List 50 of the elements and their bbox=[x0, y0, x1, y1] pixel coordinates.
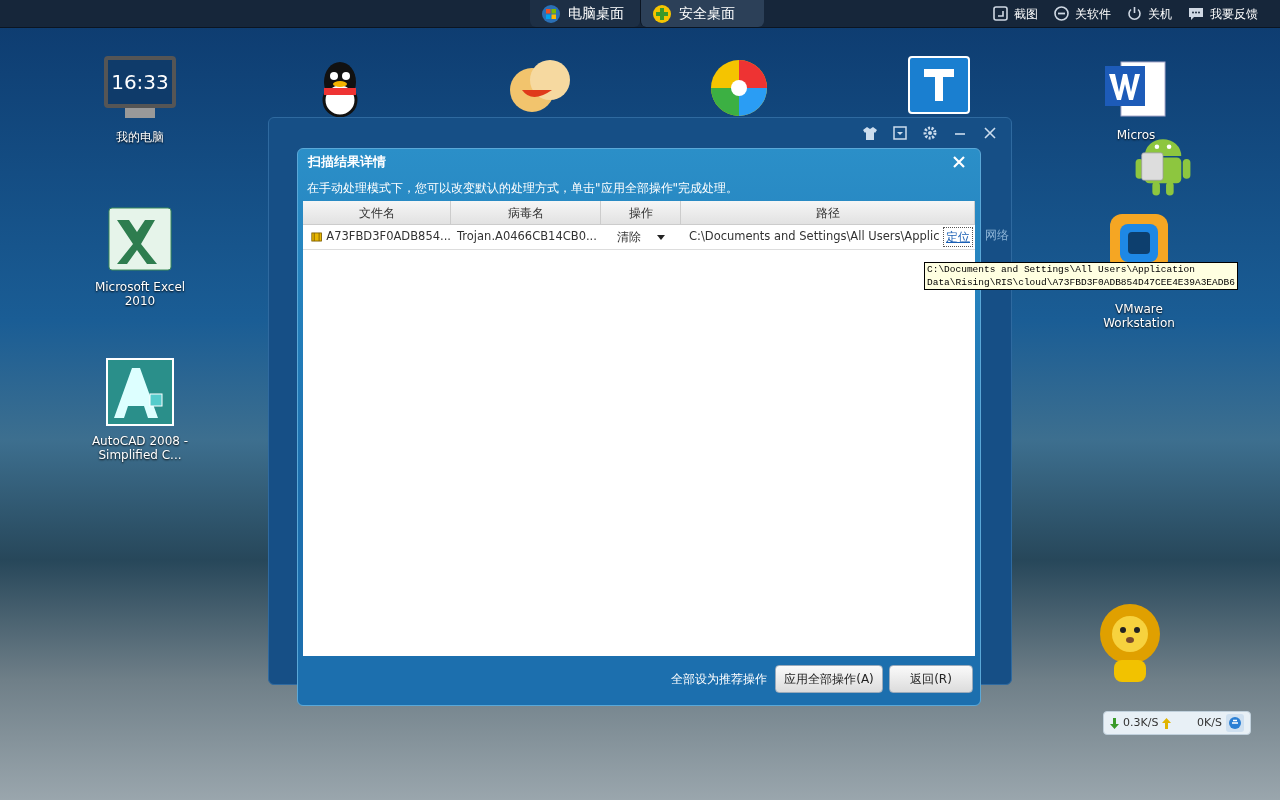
caret-icon bbox=[657, 234, 665, 240]
up-arrow-icon bbox=[1162, 717, 1172, 729]
desktop-icon-label[interactable]: Micros bbox=[1116, 128, 1156, 142]
close-icon[interactable] bbox=[983, 126, 997, 140]
action-dropdown[interactable]: 清除 bbox=[601, 225, 681, 249]
instruction-text: 在手动处理模式下，您可以改变默认的处理方式，单击"应用全部操作"完成处理。 bbox=[306, 180, 740, 197]
column-header[interactable]: 病毒名 bbox=[451, 201, 601, 224]
windows-logo-icon bbox=[542, 4, 560, 23]
dialog-button[interactable]: 应用全部操作(A) bbox=[775, 665, 883, 693]
minus-circle-icon bbox=[1054, 6, 1069, 21]
toolbar-action[interactable]: 关机 bbox=[1127, 4, 1172, 23]
file-name: A73FBD3F0ADB854... bbox=[326, 228, 451, 246]
letter-t-icon bbox=[908, 56, 970, 114]
virus-name: Trojan.A0466CB14CB0... bbox=[456, 228, 598, 246]
toolbar-action[interactable]: 截图 bbox=[993, 4, 1038, 23]
desktop-icon-label[interactable]: VMware Workstation bbox=[1096, 302, 1182, 330]
spreadsheet-icon bbox=[107, 206, 173, 272]
file-path: C:\Documents and Settings\All Users\Applic bbox=[689, 228, 940, 246]
drafting-icon bbox=[106, 358, 174, 426]
monitor-stand bbox=[125, 108, 155, 118]
upload-speed: 0K/S bbox=[1197, 714, 1222, 731]
tooltip-line: Data\Rising\RIS\cloud\A73FBD3F0ADB854D47CEE4E39A3EADB6 bbox=[927, 276, 1235, 289]
dialog-title: 扫描结果详情 bbox=[308, 153, 386, 172]
toolbar-action[interactable]: 我要反馈 bbox=[1188, 4, 1258, 23]
desktop-icon-label[interactable]: AutoCAD 2008 - Simplified C... bbox=[88, 434, 192, 462]
desktop-tab[interactable]: 电脑桌面 bbox=[530, 0, 640, 27]
file-icon bbox=[311, 230, 323, 244]
toolbar-action[interactable]: 关软件 bbox=[1054, 4, 1111, 23]
tooltip-line: C:\Documents and Settings\All Users\Application bbox=[927, 263, 1196, 276]
column-header[interactable]: 路径 bbox=[681, 201, 975, 224]
column-header[interactable]: 操作 bbox=[601, 201, 681, 224]
power-icon bbox=[1127, 6, 1142, 21]
dropdown-box-icon[interactable] bbox=[893, 126, 907, 140]
shirt-icon[interactable] bbox=[863, 126, 877, 140]
desktop-tab[interactable]: 安全桌面 bbox=[640, 0, 764, 27]
locate-link[interactable]: 定位 bbox=[943, 227, 973, 247]
recommend-link[interactable]: 全部设为推荐操作 bbox=[671, 670, 767, 688]
speech-bubble-icon bbox=[1188, 6, 1204, 21]
column-header[interactable]: 文件名 bbox=[303, 201, 451, 224]
settings-icon[interactable] bbox=[923, 126, 937, 140]
clock-text: 16:33 bbox=[111, 69, 169, 96]
desktop-icon-label[interactable]: Microsoft Excel 2010 bbox=[88, 280, 192, 308]
crop-icon bbox=[993, 6, 1008, 21]
side-label: 网络 bbox=[985, 227, 1009, 244]
browser-e-icon[interactable] bbox=[1226, 714, 1244, 732]
dialog-button[interactable]: 返回(R) bbox=[889, 665, 973, 693]
desktop-icon-label[interactable]: 我的电脑 bbox=[116, 130, 164, 144]
down-arrow-icon bbox=[1110, 717, 1119, 729]
download-speed: 0.3K/S bbox=[1123, 714, 1159, 731]
cross-icon bbox=[653, 4, 671, 23]
